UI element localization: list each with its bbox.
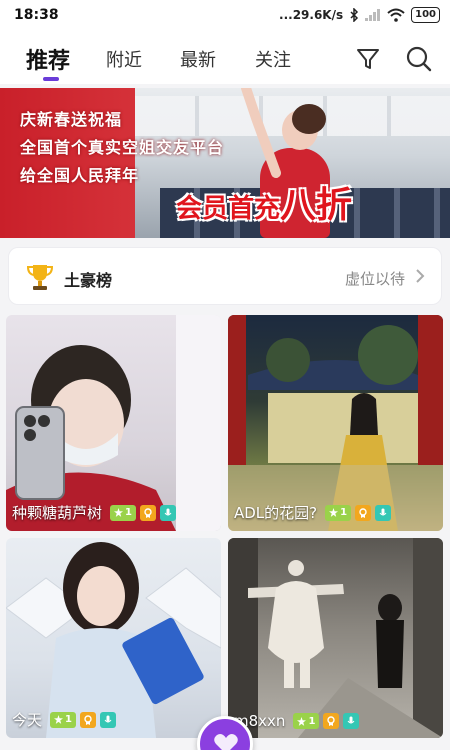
star-icon [329, 508, 339, 517]
profile-name: 今天 [12, 711, 43, 729]
banner-promo-prefix: 会员首充 [176, 194, 281, 224]
vip-badge-icon [323, 713, 340, 729]
trophy-icon [27, 265, 53, 290]
star-icon [297, 716, 307, 726]
status-bar: 18:38 ...29.6K/s 100 [0, 0, 450, 32]
level-badge: 1 [110, 504, 137, 521]
card-footer: 今天 1 [12, 709, 117, 730]
tab-recommend[interactable]: 推荐 [26, 43, 70, 75]
tab-following[interactable]: 关注 [255, 46, 291, 72]
level-badge: 1 [50, 711, 77, 728]
level-value: 1 [308, 715, 316, 727]
profile-name: 种颗糖葫芦树 [12, 504, 103, 522]
star-icon [114, 508, 124, 517]
leaderboard-status: 虚位以待 [344, 270, 405, 288]
banner-attendant-hair [292, 104, 326, 134]
level-badge: 1 [325, 504, 352, 521]
level-badge: 1 [293, 713, 320, 729]
profile-card[interactable]: ADL的花园? 1 [228, 315, 443, 531]
chevron-right-icon [416, 269, 425, 283]
bluetooth-icon [350, 8, 359, 22]
profile-photo [6, 538, 221, 738]
battery-indicator: 100 [411, 7, 440, 23]
banner-promo-highlight: 八折 [280, 184, 353, 226]
vip-badge-icon [80, 711, 97, 728]
voice-badge-icon [160, 504, 177, 521]
vip-badge-icon [140, 504, 157, 521]
leaderboard-title: 土豪榜 [64, 271, 113, 290]
profile-photo [228, 315, 443, 531]
profile-card[interactable]: 今天 1 [6, 538, 221, 738]
search-icon[interactable] [405, 45, 433, 73]
voice-badge-icon [343, 713, 360, 729]
wifi-icon [387, 8, 405, 22]
level-value: 1 [340, 507, 348, 518]
status-time: 18:38 [14, 7, 59, 23]
signal-icon [365, 9, 381, 21]
active-tab-indicator [43, 77, 59, 81]
profile-photo-art [6, 315, 221, 531]
profile-name: ADL的花园? [234, 504, 318, 522]
banner-line-2: 全国首个真实空姐交友平台 [20, 138, 225, 157]
banner-line-1: 庆新春送祝福 [20, 110, 123, 129]
card-footer: ADL的花园? 1 [234, 502, 392, 523]
banner-attendant-arm [241, 88, 281, 178]
rich-leaderboard-row[interactable]: 土豪榜 虚位以待 [8, 247, 442, 305]
profile-photo-art [228, 538, 443, 738]
vip-badge-icon [355, 504, 372, 521]
banner-promo: 会员首充八折 [176, 176, 352, 228]
voice-badge-icon [375, 504, 392, 521]
tab-nearby[interactable]: 附近 [106, 46, 142, 72]
heart-chat-icon [214, 734, 238, 750]
status-indicators: ...29.6K/s 100 [279, 7, 440, 23]
profile-photo [6, 315, 221, 531]
level-value: 1 [65, 714, 72, 725]
tab-latest[interactable]: 最新 [180, 46, 216, 72]
profile-photo [228, 538, 443, 738]
profile-photo-art [228, 315, 443, 531]
profile-card[interactable]: 种颗糖葫芦树 1 [6, 315, 221, 531]
banner-line-3: 给全国人民拜年 [20, 166, 140, 185]
card-footer: 种颗糖葫芦树 1 [12, 502, 177, 523]
filter-icon[interactable] [355, 46, 381, 72]
level-value: 1 [125, 507, 132, 518]
profile-card[interactable]: m8xxn 1 [228, 538, 443, 738]
voice-badge-icon [100, 711, 117, 728]
card-footer: m8xxn 1 [234, 712, 360, 730]
top-tab-bar: 推荐 附近 最新 关注 [0, 32, 450, 84]
profile-photo-art [6, 542, 221, 738]
network-speed: ...29.6K/s [279, 8, 344, 22]
star-icon [54, 715, 64, 724]
